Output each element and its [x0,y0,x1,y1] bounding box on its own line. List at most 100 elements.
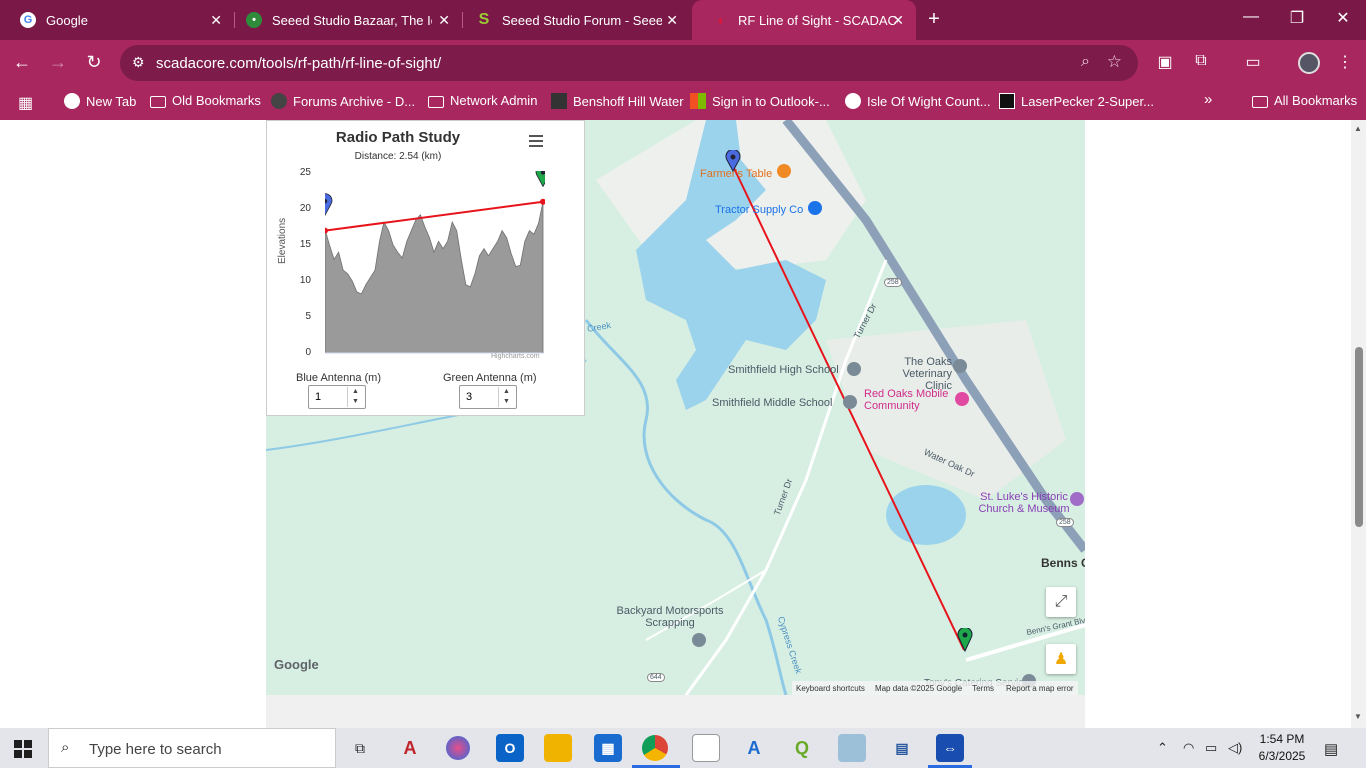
y-tick-label: 25 [299,167,311,178]
apps-grid-icon[interactable]: ▦ [18,93,33,113]
qgis-icon[interactable]: Q [788,734,816,762]
azure-icon[interactable]: A [740,734,768,762]
tab-seeed-bazaar[interactable]: • Seeed Studio Bazaar, The IoT ✕ [226,0,462,40]
bookmark-laserpecker[interactable]: LaserPecker 2-Super... [999,93,1154,109]
microsoft-store-icon[interactable]: ▦ [594,734,622,762]
minimize-button[interactable]: — [1236,8,1266,26]
cube-icon [551,93,567,109]
notepad-icon[interactable] [692,734,720,762]
green-antenna-input[interactable] [464,387,500,407]
map-view[interactable]: Farmer's Table Tractor Supply Co Smithfi… [266,120,1085,695]
stepper-arrows-icon[interactable]: ▲ ▼ [347,387,363,407]
forward-button[interactable]: → [46,52,70,73]
business-poi-icon[interactable] [692,633,706,647]
taskbar-search[interactable]: ⌕ Type here to search [48,728,336,768]
chart-menu-icon[interactable] [529,135,543,150]
blue-antenna-label: Blue Antenna (m) [296,372,381,384]
blue-antenna-stepper[interactable]: ▲▼ [308,385,366,409]
menu-icon[interactable]: ⋮ [1334,52,1356,72]
extension-icon[interactable]: ▣ [1154,52,1176,72]
windows-start-icon[interactable] [14,740,32,758]
bookmark-label: Benshoff Hill Water [573,93,684,109]
tab-rf-line-of-sight[interactable]: ◖ RF Line of Sight - SCADACore ✕ [692,0,916,40]
page-scrollbar[interactable]: ▲ ▼ [1351,120,1366,728]
close-icon[interactable]: ✕ [210,12,222,29]
close-icon[interactable]: ✕ [666,12,678,29]
green-antenna-marker-icon[interactable] [957,628,973,652]
browser-toolbar: ← → ↻ ⚙ scadacore.com/tools/rf-path/rf-l… [0,40,1366,86]
tab-google[interactable]: G Google ✕ [0,0,234,40]
address-bar[interactable]: ⚙ scadacore.com/tools/rf-path/rf-line-of… [120,45,1138,81]
back-button[interactable]: ← [10,52,34,73]
street-view-pegman-icon[interactable]: ♟ [1046,644,1076,674]
task-view-icon[interactable]: ⧉ [346,734,374,762]
los-start-point [325,227,328,234]
profile-avatar[interactable] [1298,52,1320,74]
document-app-icon[interactable] [838,734,866,762]
tab-seeed-forum[interactable]: S Seeed Studio Forum - Seeed ✕ [456,0,690,40]
bookmark-new-tab[interactable]: New Tab [64,93,136,109]
file-explorer-icon[interactable] [544,734,572,762]
wifi-icon[interactable]: ◠ [1183,740,1194,756]
shopping-poi-icon[interactable] [808,201,822,215]
vet-poi-icon[interactable] [953,359,967,373]
highway-shield-icon: 258 [1056,518,1074,527]
scrollbar-thumb[interactable] [1355,347,1363,527]
site-info-icon[interactable]: ⚙ [132,54,145,71]
tab-search-icon[interactable]: ▭ [1242,52,1264,72]
stepper-arrows-icon[interactable]: ▲ ▼ [498,387,514,407]
restore-button[interactable]: ❐ [1282,8,1312,28]
report-map-error-link[interactable]: Report a map error [1006,684,1074,693]
notification-center-icon[interactable]: ▤ [1324,740,1338,758]
chrome-taskbar-icon[interactable] [642,735,668,761]
school-poi-icon[interactable] [847,362,861,376]
url-text[interactable]: scadacore.com/tools/rf-path/rf-line-of-s… [156,55,441,72]
bookmark-label: Old Bookmarks [172,93,261,108]
green-antenna-stepper[interactable]: ▲▼ [459,385,517,409]
more-bookmarks-chevron-icon[interactable]: » [1204,91,1212,108]
restaurant-poi-icon[interactable] [777,164,791,178]
scroll-up-icon[interactable]: ▲ [1354,124,1362,133]
keyboard-shortcuts-link[interactable]: Keyboard shortcuts [796,684,865,693]
close-icon[interactable]: ✕ [892,12,904,29]
blue-antenna-input[interactable] [313,387,349,407]
close-window-button[interactable]: ✕ [1328,8,1358,28]
page-footer-area [266,695,1085,728]
bookmark-outlook[interactable]: Sign in to Outlook-... [690,93,830,109]
new-tab-button[interactable]: + [924,8,944,31]
search-icon: ⌕ [61,739,70,756]
extensions-puzzle-icon[interactable]: ⧉ [1190,52,1212,70]
fullscreen-button[interactable]: ⤢ [1046,587,1076,617]
paint-app-icon[interactable] [446,736,470,760]
zoom-icon[interactable]: ⌕ [1081,53,1090,71]
network-app-icon[interactable]: ▤ [888,734,916,762]
bookmark-forums-archive[interactable]: Forums Archive - D... [271,93,415,109]
page-content: Farmer's Table Tractor Supply Co Smithfi… [0,120,1366,728]
tab-title: Seeed Studio Forum - Seeed [502,12,662,28]
taskbar-clock[interactable]: 1:54 PM 6/3/2025 [1252,731,1312,765]
school-poi-icon[interactable] [843,395,857,409]
bookmark-network-admin[interactable]: Network Admin [428,93,537,108]
bookmark-old-bookmarks[interactable]: Old Bookmarks [150,93,261,108]
map-label-backyard-motorsports: Backyard Motorsports Scrapping [616,605,724,629]
bookmark-isle-of-wight[interactable]: Isle Of Wight Count... [845,93,991,109]
all-bookmarks[interactable]: All Bookmarks [1252,93,1357,108]
battery-icon[interactable]: ▭ [1205,740,1217,756]
terms-link[interactable]: Terms [972,684,994,693]
reload-button[interactable]: ↻ [82,52,106,73]
teamviewer-icon[interactable]: ⇔ [936,734,964,762]
bookmark-star-icon[interactable]: ☆ [1107,52,1122,72]
outlook-icon[interactable]: O [496,734,524,762]
blue-antenna-marker-icon[interactable] [725,150,741,172]
volume-icon[interactable]: ◁) [1228,740,1242,756]
bookmark-benshoff[interactable]: Benshoff Hill Water [551,93,684,109]
church-poi-icon[interactable] [1070,492,1084,506]
radio-path-study-panel: Radio Path Study Distance: 2.54 (km) Ele… [266,120,585,416]
tray-chevron-icon[interactable]: ⌃ [1157,740,1168,756]
bookmark-label: Sign in to Outlook-... [712,93,830,109]
housing-poi-icon[interactable] [955,392,969,406]
autocad-icon[interactable]: A [396,734,424,762]
highcharts-credit[interactable]: Highcharts.com [491,353,540,360]
scroll-down-icon[interactable]: ▼ [1354,712,1362,721]
close-icon[interactable]: ✕ [438,12,450,29]
